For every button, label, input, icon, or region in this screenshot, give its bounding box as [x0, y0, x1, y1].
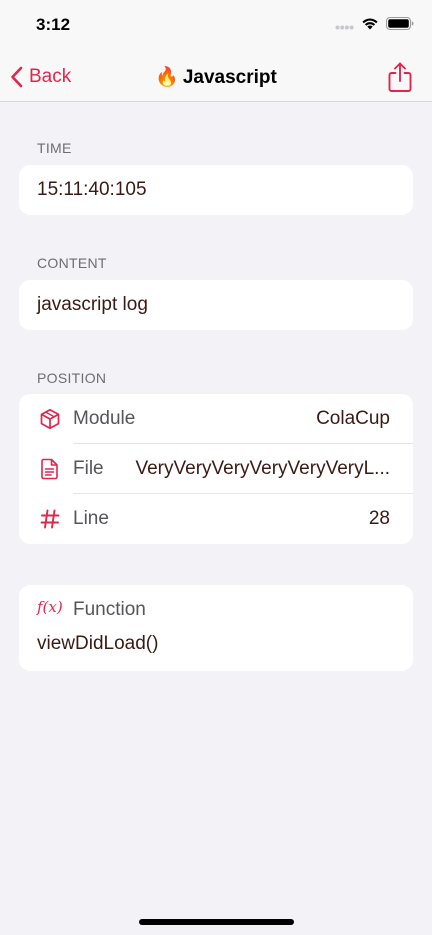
position-row-module: Module ColaCup — [19, 394, 413, 444]
share-button[interactable] — [387, 61, 413, 93]
function-label: Function — [73, 599, 146, 620]
status-time: 3:12 — [36, 15, 71, 34]
position-row-line: Line 28 — [19, 494, 413, 544]
number-icon — [40, 509, 60, 529]
time-section-header: TIME — [37, 140, 72, 156]
page-title: 🔥 Javascript — [0, 65, 432, 89]
content-card: javascript log — [19, 280, 413, 330]
function-label-row: f(x) Function — [19, 585, 413, 635]
function-icon: f(x) — [37, 598, 63, 616]
function-value: viewDidLoad() — [37, 633, 159, 654]
share-icon — [388, 62, 412, 92]
function-card: f(x) Function viewDidLoad() — [19, 585, 413, 671]
file-label: File — [73, 458, 104, 479]
cube-icon — [40, 408, 60, 430]
page-title-text: Javascript — [182, 67, 277, 88]
battery-icon — [386, 17, 414, 30]
wifi-icon — [362, 18, 378, 30]
file-value: VeryVeryVeryVeryVeryVeryL... — [135, 458, 390, 479]
module-value: ColaCup — [316, 408, 390, 429]
content-value: javascript log — [37, 294, 148, 315]
status-bar: 3:12 — [0, 0, 432, 52]
cellular-signal-icon — [335, 25, 354, 29]
position-row-file: File VeryVeryVeryVeryVeryVeryL... — [19, 444, 413, 494]
fire-emoji: 🔥 — [155, 67, 179, 88]
position-card: Module ColaCup File VeryVeryVeryVeryVery… — [19, 394, 413, 544]
time-card: 15:11:40:105 — [19, 165, 413, 215]
time-value: 15:11:40:105 — [37, 179, 147, 200]
line-value: 28 — [368, 508, 390, 529]
home-indicator — [139, 919, 294, 925]
module-label: Module — [73, 408, 136, 429]
position-section-header: POSITION — [37, 370, 107, 386]
content-section-header: CONTENT — [37, 255, 107, 271]
status-icons — [335, 17, 414, 30]
document-icon — [41, 458, 58, 480]
navigation-bar: Back 🔥 Javascript — [0, 52, 432, 102]
line-label: Line — [73, 508, 109, 529]
